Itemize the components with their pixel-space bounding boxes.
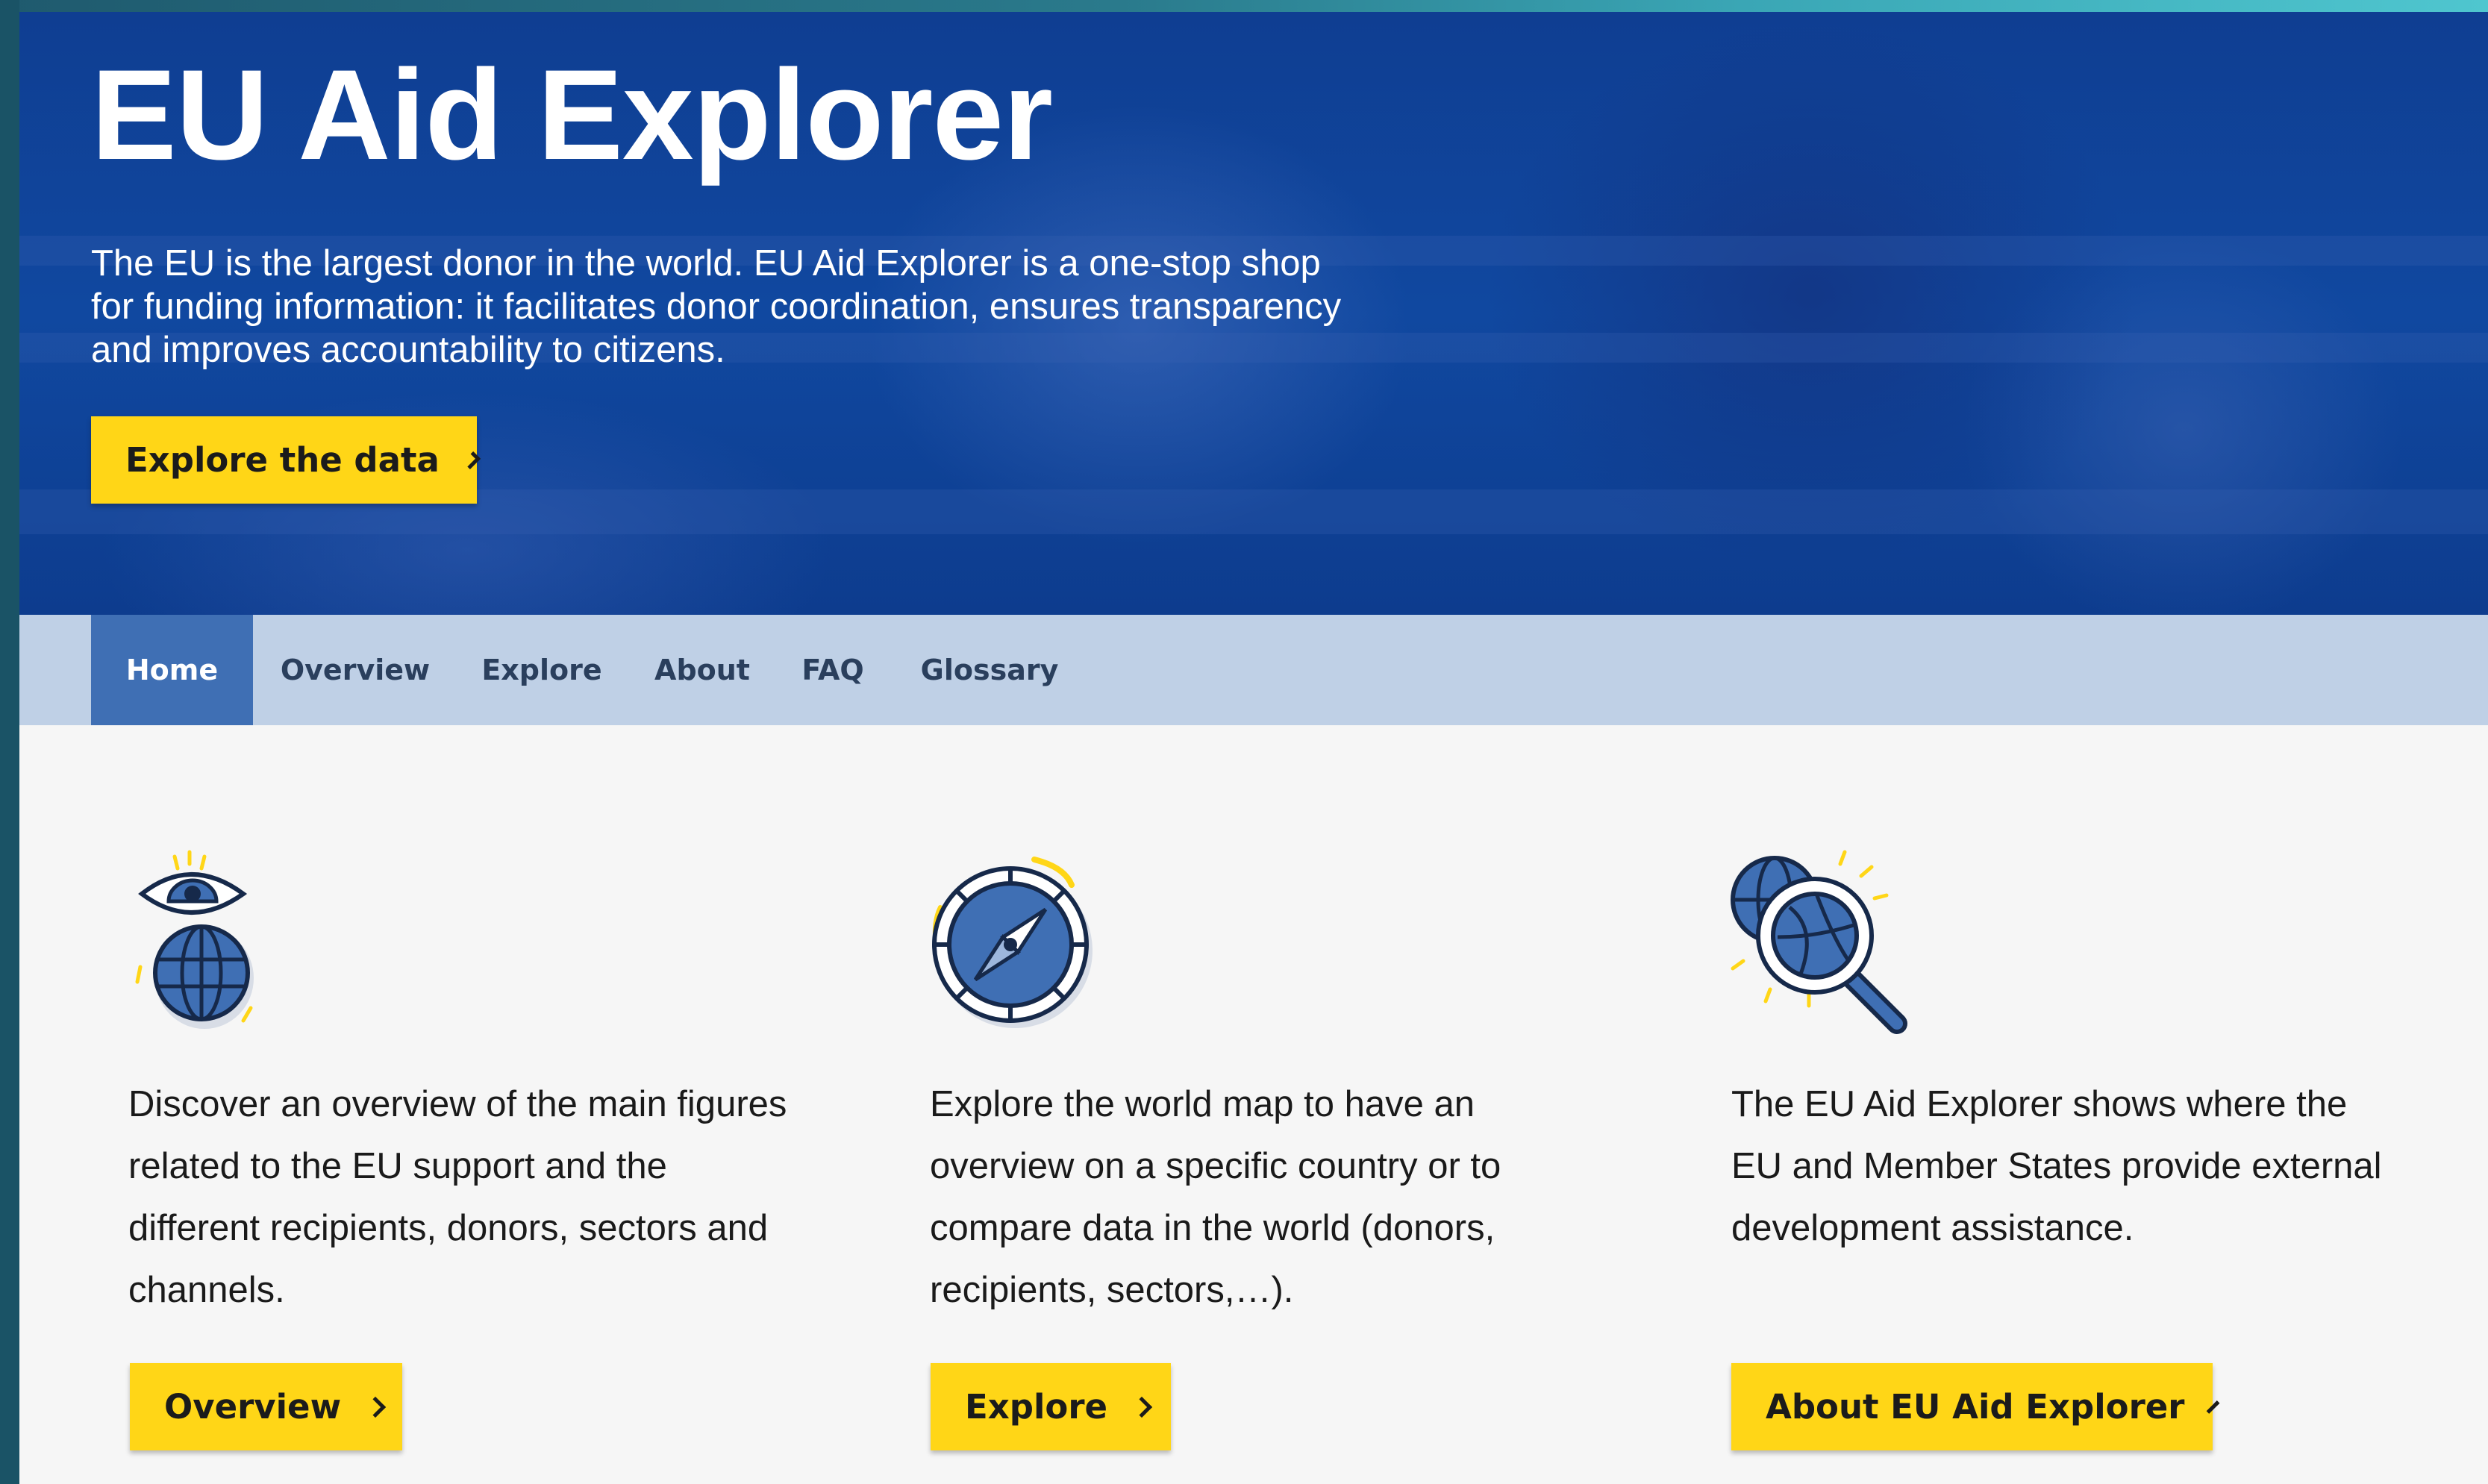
eye-globe-icon	[135, 850, 254, 1029]
hero-description: The EU is the largest donor in the world…	[91, 243, 1342, 370]
explore-card-text: Explore the world map to have an overvie…	[930, 1084, 1501, 1310]
hero-banner: EU Aid Explorer The EU is the largest do…	[19, 12, 2488, 615]
about-eu-aid-explorer-button[interactable]: About EU Aid Explorer	[1731, 1363, 2220, 1450]
nav-item-about[interactable]: About	[646, 615, 758, 725]
compass-icon	[932, 857, 1093, 1028]
about-card-text: The EU Aid Explorer shows where the EU a…	[1731, 1084, 2382, 1248]
nav-item-home[interactable]: Home	[91, 615, 253, 725]
window-frame-left	[0, 0, 19, 1484]
nav-item-overview[interactable]: Overview	[273, 615, 437, 725]
nav-item-explore[interactable]: Explore	[467, 615, 616, 725]
chevron-right-icon	[462, 451, 481, 469]
window-frame-top	[0, 0, 2488, 12]
chevron-right-icon	[2207, 1400, 2220, 1414]
explore-data-button-label: Explore the data	[125, 440, 440, 480]
overview-button[interactable]: Overview	[130, 1363, 402, 1450]
overview-card-text: Discover an overview of the main figures…	[128, 1084, 787, 1310]
explore-button-label: Explore	[965, 1387, 1108, 1427]
page-title: EU Aid Explorer	[91, 43, 1053, 187]
main-navigation: Home Overview Explore About FAQ Glossary	[19, 615, 2488, 725]
chevron-right-icon	[365, 1396, 387, 1418]
page: EU Aid Explorer The EU is the largest do…	[19, 12, 2488, 1484]
chevron-right-icon	[1131, 1396, 1153, 1418]
nav-item-faq[interactable]: FAQ	[788, 615, 878, 725]
about-button-label: About EU Aid Explorer	[1766, 1387, 2185, 1427]
nav-item-glossary[interactable]: Glossary	[907, 615, 1072, 725]
explore-data-button[interactable]: Explore the data	[91, 416, 481, 504]
globe-magnifier-icon	[1731, 850, 1907, 1034]
overview-button-label: Overview	[164, 1387, 342, 1427]
explore-button[interactable]: Explore	[931, 1363, 1171, 1450]
